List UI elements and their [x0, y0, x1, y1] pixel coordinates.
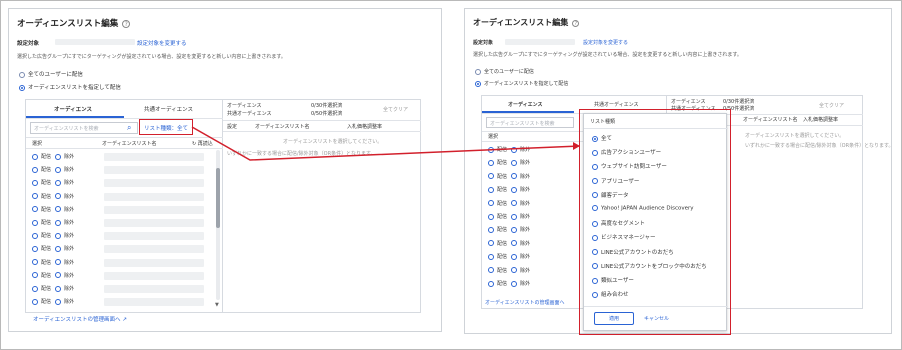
highlight-arrow [191, 126, 581, 161]
arrow-head [573, 142, 580, 150]
arrow-line [191, 126, 581, 161]
